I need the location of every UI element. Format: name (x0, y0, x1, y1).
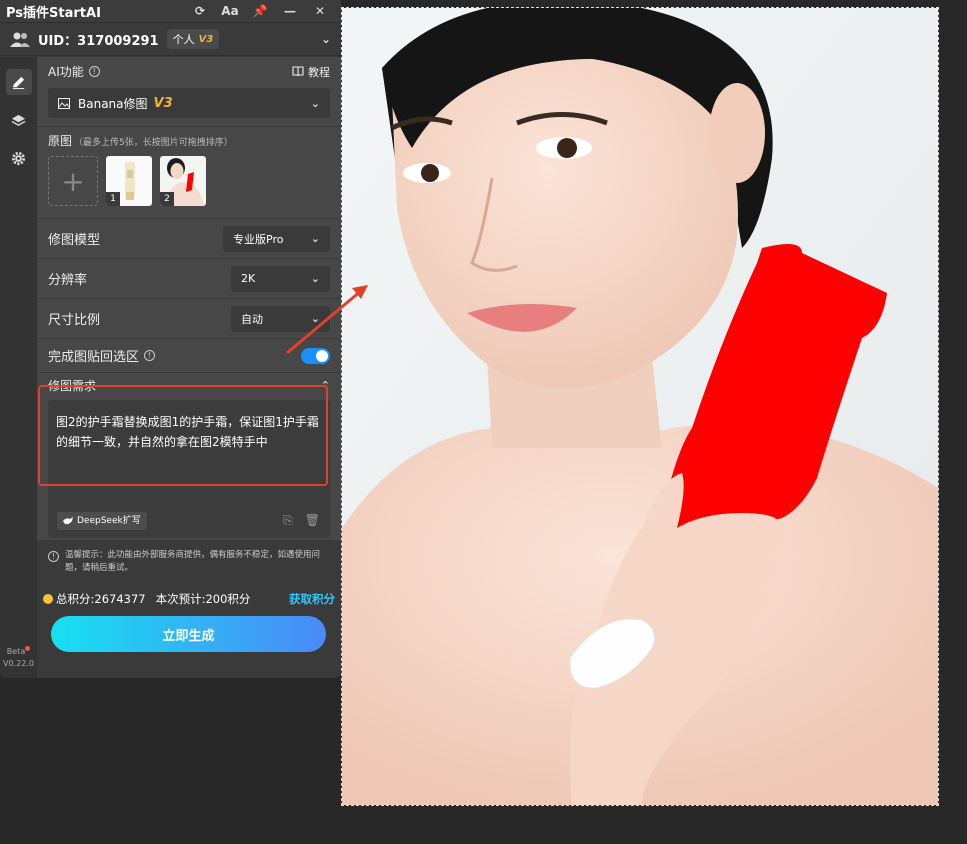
pencil-icon (12, 76, 25, 89)
whale-icon (63, 517, 73, 525)
thumb-number: 1 (106, 192, 120, 206)
edit-tool-button[interactable] (5, 69, 32, 95)
plus-icon: + (61, 164, 85, 198)
model-row: 修图模型 专业版Pro ⌄ (37, 219, 341, 259)
model-value: 专业版Pro (233, 232, 284, 246)
chevron-up-icon[interactable]: ⌃ (321, 379, 330, 392)
titlebar: Ps插件StartAI ⟳ Aa 📌 — ✕ (0, 0, 341, 22)
version-badge: V3 (198, 33, 214, 45)
points-bar: 总积分:2674377 本次预计:200积分 获取积分 (37, 591, 341, 607)
app-title: Ps插件StartAI (6, 5, 101, 21)
ai-function-value: Banana修图 (78, 96, 148, 111)
model-photo (342, 8, 938, 805)
user-uid: UID：317009291 (38, 33, 159, 49)
model-label: 修图模型 (48, 233, 101, 248)
settings-button[interactable] (6, 145, 32, 171)
ai-function-section: AI功能 ! 教程 Banana修图 V3 ⌄ (37, 57, 341, 127)
beta-label: Beta (6, 647, 26, 656)
image-icon (58, 97, 70, 109)
close-icon[interactable]: ✕ (305, 4, 335, 18)
user-bar[interactable]: UID：317009291 个人 V3 ⌄ (0, 22, 341, 56)
chevron-down-icon[interactable]: ⌄ (321, 32, 331, 46)
font-icon[interactable]: Aa (215, 4, 245, 18)
tip-note: ! 温馨提示：此功能由外部服务商提供，偶有服务不稳定，如遇使用问题，请稍后重试。 (37, 541, 341, 575)
plan-name: 个人 (172, 33, 195, 46)
paste-back-label: 完成图贴回选区 (48, 350, 140, 365)
estimated-points: 本次预计:200积分 (155, 592, 251, 606)
version-info: Beta V0.22.0 (0, 646, 37, 670)
tutorial-label: 教程 (308, 65, 330, 79)
ai-function-select[interactable]: Banana修图 V3 ⌄ (48, 88, 330, 118)
total-points: 总积分:2674377 (56, 592, 146, 606)
generate-button[interactable]: 立即生成 (51, 616, 326, 652)
add-image-button[interactable]: + (48, 156, 98, 206)
history-icon[interactable]: ⎘ (283, 510, 293, 530)
sidebar: Beta V0.22.0 (0, 57, 37, 678)
image-thumb-2[interactable]: 2 (160, 156, 206, 206)
app-root: Ps插件StartAI ⟳ Aa 📌 — ✕ UID：317009291 个人 … (0, 0, 967, 844)
tutorial-link[interactable]: 教程 (292, 64, 330, 80)
source-images-section: 原图 （最多上传5张，长按图片可拖拽排序） + 1 2 (37, 127, 341, 219)
tip-text: 温馨提示：此功能由外部服务商提供，偶有服务不稳定，如遇使用问题，请稍后重试。 (65, 550, 321, 573)
info-icon[interactable]: ! (144, 350, 156, 361)
get-points-link[interactable]: 获取积分 (289, 591, 335, 607)
ai-function-label: AI功能 (48, 65, 84, 79)
image-thumb-1[interactable]: 1 (106, 156, 152, 206)
ai-function-badge: V3 (153, 95, 173, 111)
coin-icon (43, 594, 53, 604)
request-label: 修图需求 (48, 379, 97, 393)
request-text: 图2的护手霜替换成图1的护手霜，保证图1护手霜的细节一致，并自然的拿在图2模特手… (56, 415, 319, 449)
version-number: V0.22.0 (3, 659, 34, 668)
minimize-icon[interactable]: — (275, 4, 305, 18)
ratio-value: 自动 (241, 312, 263, 326)
images-hint: （最多上传5张，长按图片可拖拽排序） (74, 138, 233, 148)
request-section: 修图需求 ⌃ 图2的护手霜替换成图1的护手霜，保证图1护手霜的细节一致，并自然的… (37, 373, 341, 541)
trash-icon[interactable]: 🗑 (305, 510, 320, 530)
photoshop-canvas[interactable] (341, 7, 939, 806)
resolution-label: 分辨率 (48, 273, 88, 288)
info-icon: ! (48, 551, 59, 562)
ratio-label: 尺寸比例 (48, 313, 101, 328)
chevron-down-icon: ⌄ (310, 96, 320, 110)
chevron-down-icon: ⌄ (310, 232, 320, 245)
book-icon (292, 66, 304, 77)
layers-icon (11, 114, 26, 126)
annotation-arrow (286, 285, 368, 355)
resolution-value: 2K (241, 272, 256, 285)
refresh-icon[interactable]: ⟳ (185, 4, 215, 18)
layers-button[interactable] (6, 107, 32, 133)
model-select[interactable]: 专业版Pro ⌄ (223, 225, 330, 252)
update-dot (25, 646, 31, 651)
gear-icon (11, 151, 26, 165)
plan-badge: 个人 V3 (166, 29, 220, 49)
pin-icon[interactable]: 📌 (245, 4, 275, 18)
request-textarea[interactable]: 图2的护手霜替换成图1的护手霜，保证图1护手霜的细节一致，并自然的拿在图2模特手… (48, 400, 330, 538)
deepseek-label: DeepSeek扩写 (77, 516, 141, 526)
thumb-number: 2 (160, 192, 174, 206)
info-icon[interactable]: ! (88, 66, 100, 77)
users-icon (10, 32, 30, 47)
images-label: 原图 (48, 134, 73, 148)
deepseek-expand-button[interactable]: DeepSeek扩写 (57, 512, 147, 530)
